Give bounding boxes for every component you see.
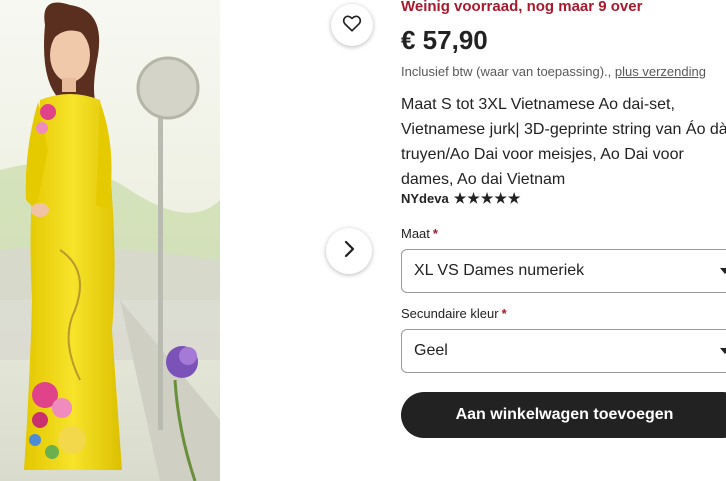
vat-text: Inclusief btw (waar van toepassing).,	[401, 64, 612, 79]
listing-title: Maat S tot 3XL Vietnamese Ao dai-set, Vi…	[401, 96, 726, 188]
caret-down-icon	[720, 268, 726, 274]
price: € 57,90	[401, 25, 488, 55]
product-image	[0, 0, 220, 481]
size-select[interactable]: XL VS Dames numeriek	[401, 249, 726, 293]
favorite-button[interactable]	[331, 4, 373, 46]
size-label-text: Maat	[401, 226, 430, 241]
next-image-button[interactable]	[326, 228, 372, 274]
add-to-cart-button[interactable]: Aan winkelwagen toevoegen	[401, 392, 726, 438]
heart-icon	[342, 14, 362, 37]
shipping-link[interactable]: plus verzending	[615, 64, 706, 79]
required-mark: *	[432, 226, 438, 241]
chevron-right-icon	[342, 240, 356, 263]
color-label: Secundaire kleur *	[401, 306, 507, 321]
color-select[interactable]: Geel	[401, 329, 726, 373]
product-photo[interactable]	[0, 0, 220, 481]
listing-info: Weinig voorraad, nog maar 9 over € 57,90…	[401, 0, 726, 481]
color-label-text: Secundaire kleur	[401, 306, 499, 321]
required-mark: *	[501, 306, 507, 321]
caret-down-icon	[720, 348, 726, 354]
add-to-cart-label: Aan winkelwagen toevoegen	[455, 406, 674, 423]
color-select-value: Geel	[414, 342, 448, 359]
stock-notice: Weinig voorraad, nog maar 9 over	[401, 0, 643, 15]
seller-row: NYdeva ★★★★★	[401, 190, 521, 207]
vat-note: Inclusief btw (waar van toepassing)., pl…	[401, 64, 706, 79]
size-label: Maat *	[401, 226, 438, 241]
size-select-value: XL VS Dames numeriek	[414, 262, 585, 279]
seller-name[interactable]: NYdeva	[401, 191, 449, 206]
rating-stars: ★★★★★	[453, 190, 522, 206]
